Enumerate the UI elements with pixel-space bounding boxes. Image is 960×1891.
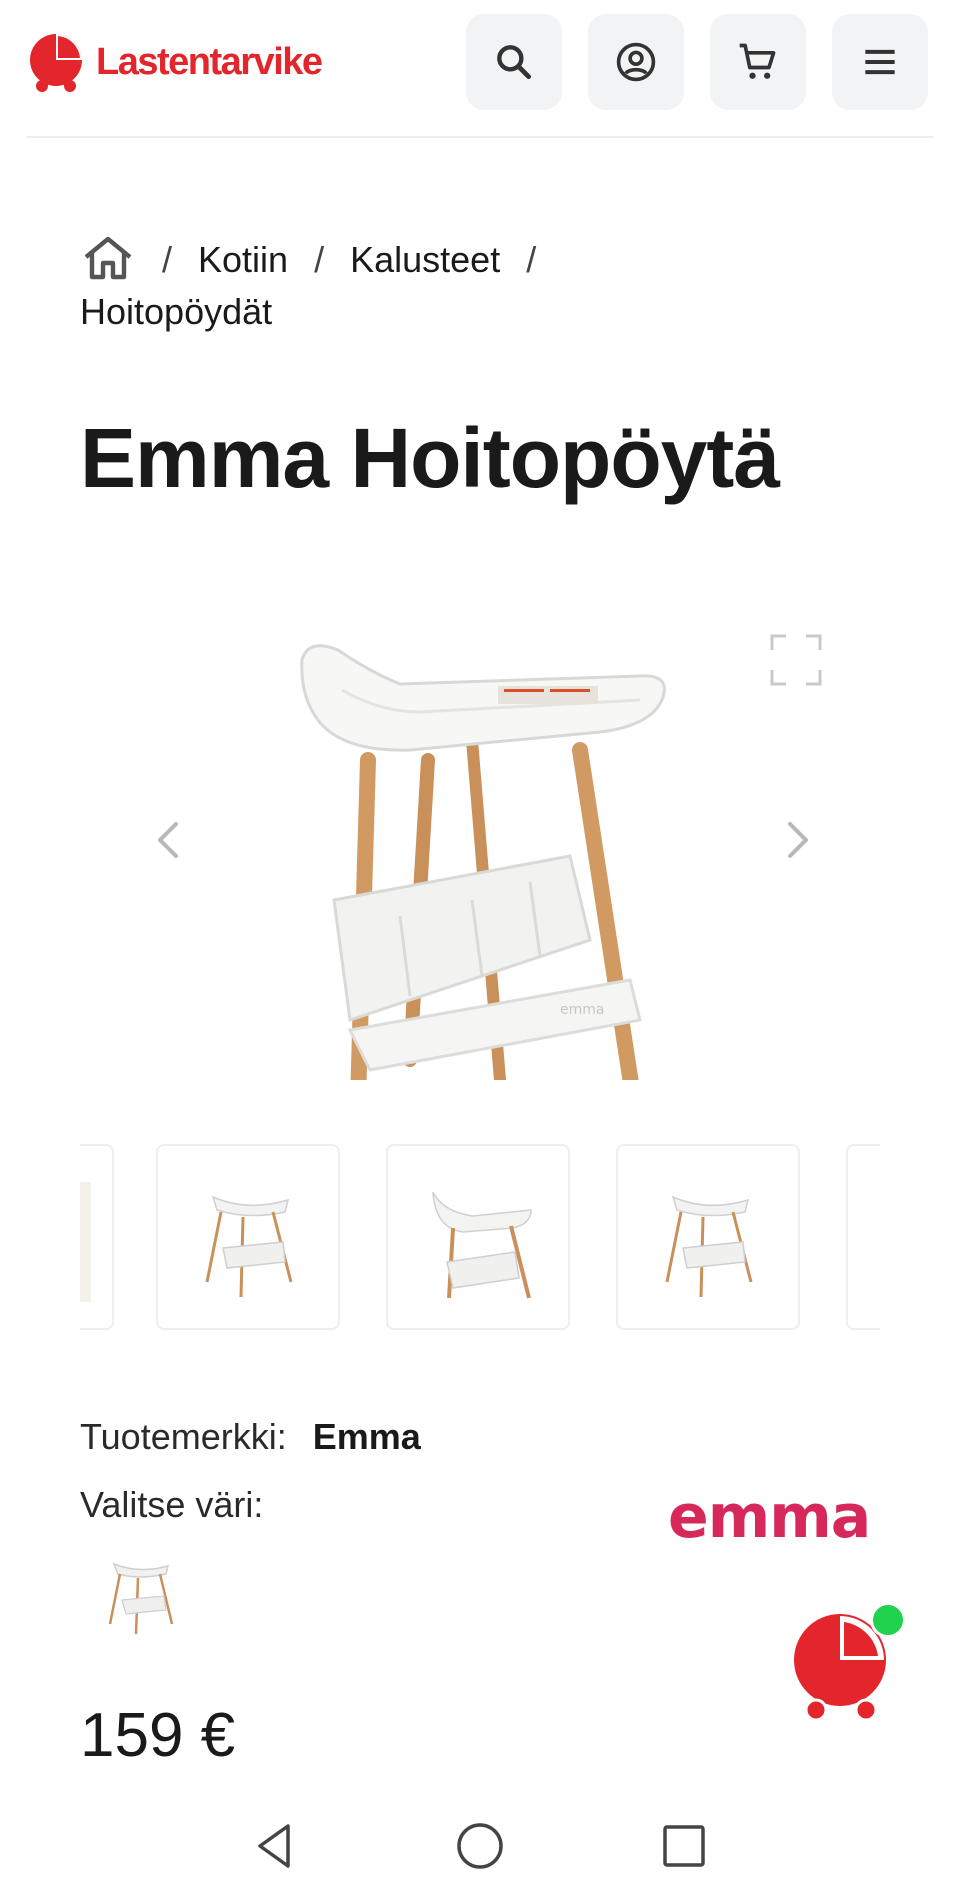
site-header: Lastentarvike <box>0 0 960 138</box>
breadcrumb-separator: / <box>314 239 325 280</box>
color-option-white[interactable] <box>94 1548 184 1638</box>
fullscreen-icon[interactable] <box>766 630 826 690</box>
color-label: Valitse väri: <box>80 1484 264 1525</box>
breadcrumb: / Kotiin / Kalusteet / Hoitopöydät <box>80 232 720 338</box>
thumbnail[interactable] <box>156 1144 340 1330</box>
breadcrumb-kotiin[interactable]: Kotiin <box>198 239 288 280</box>
page-title: Emma Hoitopöytä <box>80 411 780 505</box>
breadcrumb-kalusteet[interactable]: Kalusteet <box>350 239 500 280</box>
home-icon[interactable] <box>80 232 136 282</box>
account-icon <box>616 42 656 82</box>
breadcrumb-separator: / <box>162 239 173 280</box>
thumbnail[interactable] <box>616 1144 800 1330</box>
account-button[interactable] <box>588 14 684 110</box>
cart-button[interactable] <box>710 14 806 110</box>
brand-logo: emma <box>668 1482 871 1552</box>
menu-icon <box>865 49 895 75</box>
brand-row: Tuotemerkki: Emma <box>80 1416 421 1458</box>
breadcrumb-separator: / <box>526 239 537 280</box>
thumbnail-strip <box>80 1144 880 1332</box>
thumbnail[interactable] <box>80 1144 114 1330</box>
product-thumbnail-image <box>80 1182 91 1302</box>
stroller-logo-icon <box>30 34 82 92</box>
back-icon[interactable] <box>246 1818 302 1874</box>
chevron-right-icon[interactable] <box>766 810 826 870</box>
system-navigation-bar <box>0 1800 960 1891</box>
brand-value[interactable]: Emma <box>313 1416 421 1457</box>
chevron-left-icon[interactable] <box>140 810 200 870</box>
recents-icon[interactable] <box>656 1818 712 1874</box>
product-price: 159 € <box>80 1701 236 1770</box>
search-icon <box>497 45 532 80</box>
cart-icon <box>739 43 776 79</box>
svg-text:emma: emma <box>560 1002 604 1018</box>
header-divider <box>26 136 934 138</box>
product-thumbnail-image <box>665 1195 753 1298</box>
product-main-image[interactable]: emma <box>80 600 880 1108</box>
changing-table-image: emma <box>300 644 666 1108</box>
search-button[interactable] <box>466 14 562 110</box>
product-thumbnail-image <box>432 1191 532 1299</box>
home-nav-icon[interactable] <box>452 1818 508 1874</box>
menu-button[interactable] <box>832 14 928 110</box>
online-status-dot <box>870 1602 906 1638</box>
breadcrumb-hoitopoydat[interactable]: Hoitopöydät <box>80 291 272 332</box>
thumbnail[interactable] <box>386 1144 570 1330</box>
brand-label: Tuotemerkki: <box>80 1416 287 1457</box>
logo-text: Lastentarvike <box>96 40 323 83</box>
site-logo[interactable]: Lastentarvike <box>26 30 323 94</box>
thumbnail[interactable] <box>846 1144 880 1330</box>
product-thumbnail-image <box>205 1195 293 1298</box>
